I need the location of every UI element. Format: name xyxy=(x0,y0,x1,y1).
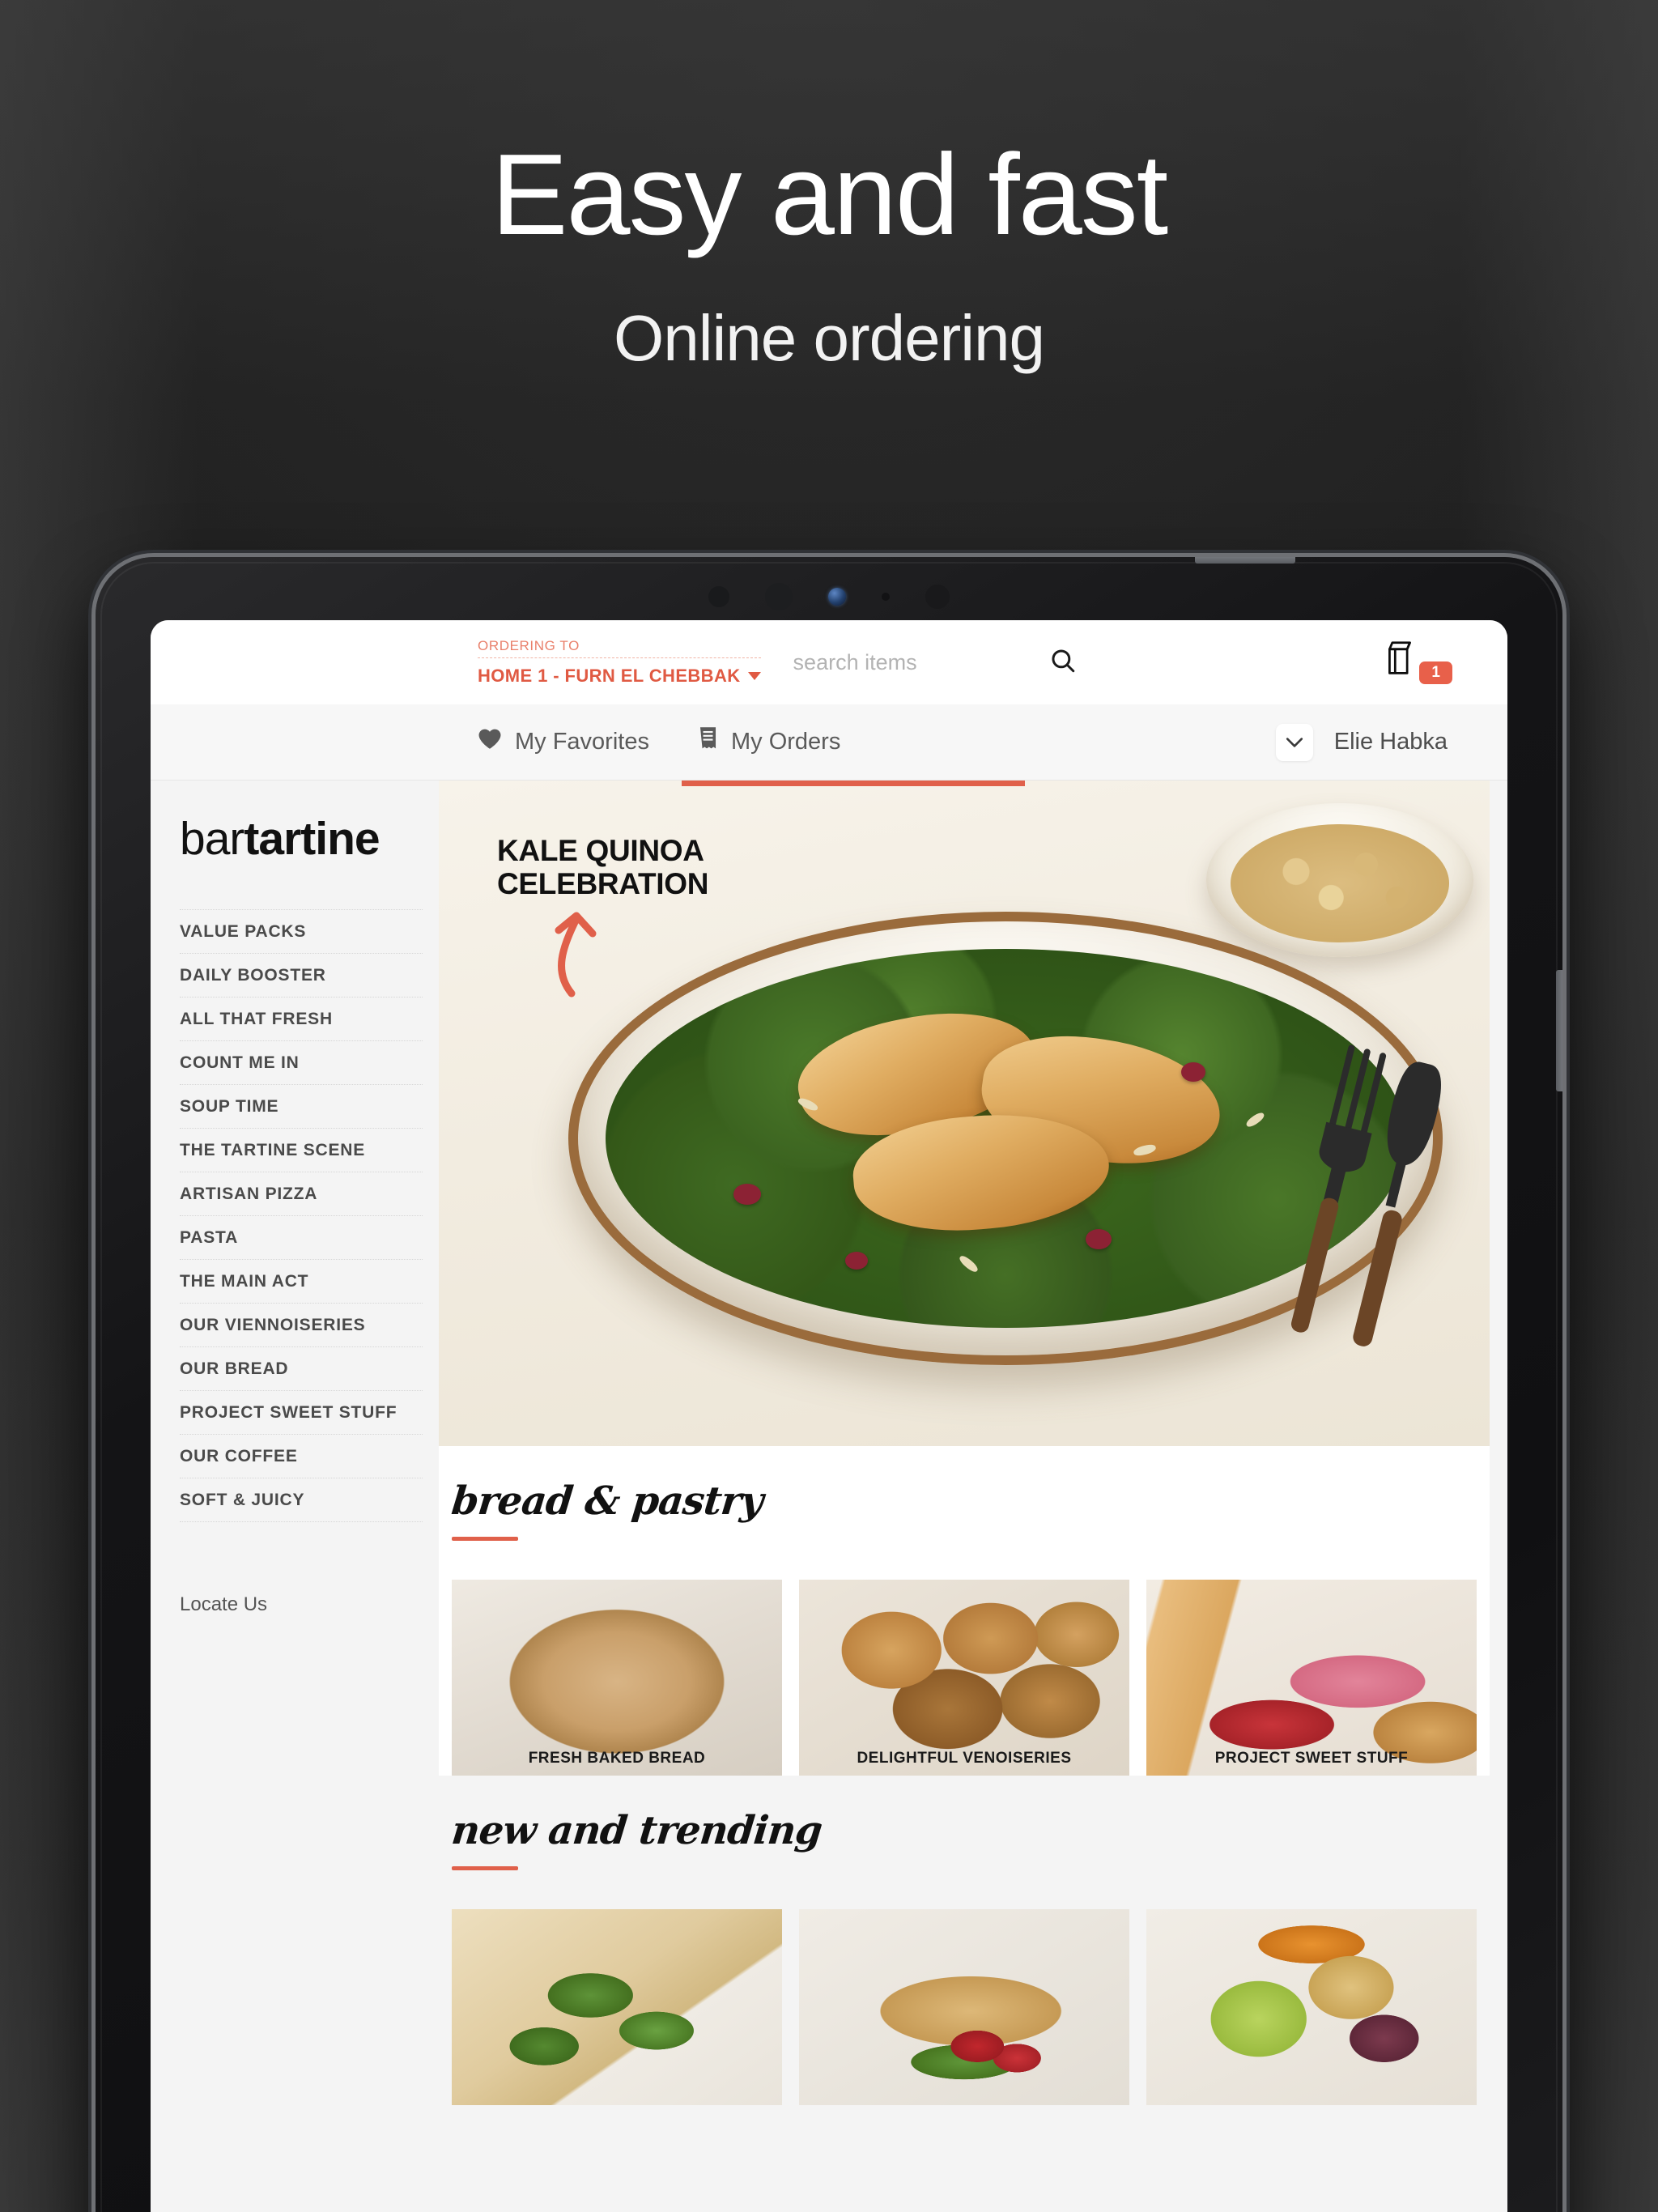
account-links: My Favorites My Orders xyxy=(478,726,840,758)
chevron-down-icon[interactable] xyxy=(1275,723,1313,761)
sensor-cluster xyxy=(96,583,1562,610)
section-header: bread & pastry xyxy=(449,1478,1490,1549)
ordering-to-label: ORDERING TO xyxy=(478,638,580,653)
section-title: new and trending xyxy=(449,1808,824,1853)
sidebar-item-the-tartine-scene[interactable]: THE TARTINE SCENE xyxy=(180,1129,423,1172)
eclairs-pastries-photo xyxy=(1146,1580,1477,1776)
chicken-avocado-salad-photo xyxy=(1146,1909,1477,2105)
sidebar-item-all-that-fresh[interactable]: ALL THAT FRESH xyxy=(180,998,423,1041)
trending-card[interactable] xyxy=(1146,1909,1477,2105)
main-content: KALE QUINOA CELEBRATION bread & pastry F… xyxy=(439,781,1507,2212)
my-favorites-link[interactable]: My Favorites xyxy=(478,728,649,756)
user-name: Elie Habka xyxy=(1333,729,1448,755)
ordering-to-selector[interactable]: ORDERING TO HOME 1 - FURN EL CHEBBAK xyxy=(478,638,761,687)
search-box[interactable] xyxy=(793,647,1077,678)
my-orders-label: My Orders xyxy=(730,729,841,755)
cranberry-garnish xyxy=(845,1252,869,1270)
section-title-underline xyxy=(452,1866,518,1870)
account-bar: My Favorites My Orders Elie Habka xyxy=(151,704,1507,781)
promo-subtitle: Online ordering xyxy=(614,302,1045,374)
proximity-sensor-icon xyxy=(708,586,729,607)
search-input[interactable] xyxy=(793,649,996,675)
logo-text-light: bar xyxy=(180,813,244,865)
section-header: new and trending xyxy=(449,1808,1490,1878)
section-title-underline xyxy=(452,1537,518,1541)
my-orders-link[interactable]: My Orders xyxy=(698,726,840,758)
sidebar-item-artisan-pizza[interactable]: ARTISAN PIZZA xyxy=(180,1172,423,1216)
user-menu[interactable]: Elie Habka xyxy=(1275,723,1448,761)
cart-button[interactable]: 1 xyxy=(1384,638,1452,684)
sidebar-item-soft-and-juicy[interactable]: SOFT & JUICY xyxy=(180,1478,423,1522)
ordering-to-address: HOME 1 - FURN EL CHEBBAK xyxy=(478,666,741,686)
sidebar-item-daily-booster[interactable]: DAILY BOOSTER xyxy=(180,954,423,998)
sidebar-item-the-main-act[interactable]: THE MAIN ACT xyxy=(180,1260,423,1304)
cart-count-badge: 1 xyxy=(1419,661,1452,684)
sidebar-item-pasta[interactable]: PASTA xyxy=(180,1216,423,1260)
my-favorites-label: My Favorites xyxy=(515,729,649,755)
face-sensor-icon xyxy=(925,585,950,609)
section-title: bread & pastry xyxy=(449,1478,765,1524)
hero-title-line2: CELEBRATION xyxy=(497,867,709,901)
heart-icon xyxy=(478,728,502,756)
sidebar-item-project-sweet-stuff[interactable]: PROJECT SWEET STUFF xyxy=(180,1391,423,1435)
promo-text-block: Easy and fast Online ordering xyxy=(0,0,1658,371)
promo-title: Easy and fast xyxy=(491,130,1168,259)
cranberry-garnish xyxy=(1085,1229,1112,1250)
microphone-icon xyxy=(882,593,890,601)
search-icon[interactable] xyxy=(1049,647,1077,678)
logo-text-bold: tartine xyxy=(244,813,380,865)
category-card-row: FRESH BAKED BREAD DELIGHTFUL VENOISERIES… xyxy=(439,1580,1490,1776)
sourdough-loaf-photo xyxy=(452,1580,782,1776)
receipt-icon xyxy=(698,726,718,758)
sidebar-item-our-coffee[interactable]: OUR COFFEE xyxy=(180,1435,423,1478)
section-bread-and-pastry: bread & pastry FRESH BAKED BREAD DELIGHT… xyxy=(439,1446,1490,1776)
cranberry-garnish xyxy=(1181,1062,1206,1083)
power-button[interactable] xyxy=(1195,557,1295,564)
sidebar-item-our-bread[interactable]: OUR BREAD xyxy=(180,1347,423,1391)
brand-logo[interactable]: bartartine xyxy=(180,781,439,862)
volume-button[interactable] xyxy=(1556,970,1562,1091)
category-card-label: FRESH BAKED BREAD xyxy=(528,1750,706,1767)
sidebar-item-count-me-in[interactable]: COUNT ME IN xyxy=(180,1041,423,1085)
front-camera-icon xyxy=(828,588,846,606)
trending-card-row xyxy=(439,1909,1490,2105)
hero-banner[interactable]: KALE QUINOA CELEBRATION xyxy=(439,781,1490,1446)
section-new-and-trending: new and trending xyxy=(439,1776,1490,2105)
ambient-light-sensor-icon xyxy=(765,583,793,610)
category-card[interactable]: DELIGHTFUL VENOISERIES xyxy=(799,1580,1129,1776)
category-menu: VALUE PACKS DAILY BOOSTER ALL THAT FRESH… xyxy=(180,909,439,1522)
curved-arrow-up-icon xyxy=(536,909,708,1002)
almond-garnish xyxy=(957,1253,980,1274)
sidebar-item-soup-time[interactable]: SOUP TIME xyxy=(180,1085,423,1129)
side-bowl-photo xyxy=(1206,803,1473,957)
ordering-to-value-row[interactable]: HOME 1 - FURN EL CHEBBAK xyxy=(478,657,761,687)
tablet-device-frame: ORDERING TO HOME 1 - FURN EL CHEBBAK sea… xyxy=(96,557,1562,2212)
category-card-label: DELIGHTFUL VENOISERIES xyxy=(857,1750,1072,1767)
trending-card[interactable] xyxy=(452,1909,782,2105)
sidebar-item-our-viennoiseries[interactable]: OUR VIENNOISERIES xyxy=(180,1304,423,1347)
hero-label: KALE QUINOA CELEBRATION xyxy=(497,834,708,1002)
top-bar: ORDERING TO HOME 1 - FURN EL CHEBBAK sea… xyxy=(151,620,1507,704)
sidebar-item-value-packs[interactable]: VALUE PACKS xyxy=(180,909,423,954)
spinach-flatbread-photo xyxy=(452,1909,782,2105)
category-card[interactable]: FRESH BAKED BREAD xyxy=(452,1580,782,1776)
croissants-photo xyxy=(799,1580,1129,1776)
category-card[interactable]: PROJECT SWEET STUFF xyxy=(1146,1580,1477,1776)
chevron-down-icon xyxy=(747,672,761,680)
category-card-label: PROJECT SWEET STUFF xyxy=(1214,1750,1409,1767)
paper-bag-icon xyxy=(1384,641,1419,680)
baguette-sandwich-photo xyxy=(799,1909,1129,2105)
sidebar: bartartine VALUE PACKS DAILY BOOSTER ALL… xyxy=(151,781,439,2212)
cranberry-garnish xyxy=(733,1184,762,1206)
hero-title-line1: KALE QUINOA xyxy=(497,834,704,867)
almond-garnish xyxy=(1244,1110,1266,1129)
trending-card[interactable] xyxy=(799,1909,1129,2105)
locate-us-link[interactable]: Locate Us xyxy=(180,1593,439,1616)
page-body: bartartine VALUE PACKS DAILY BOOSTER ALL… xyxy=(151,781,1507,2212)
carousel-indicator[interactable] xyxy=(682,781,1025,786)
tablet-screen: ORDERING TO HOME 1 - FURN EL CHEBBAK sea… xyxy=(151,620,1507,2212)
side-bowl-contents xyxy=(1231,824,1449,942)
